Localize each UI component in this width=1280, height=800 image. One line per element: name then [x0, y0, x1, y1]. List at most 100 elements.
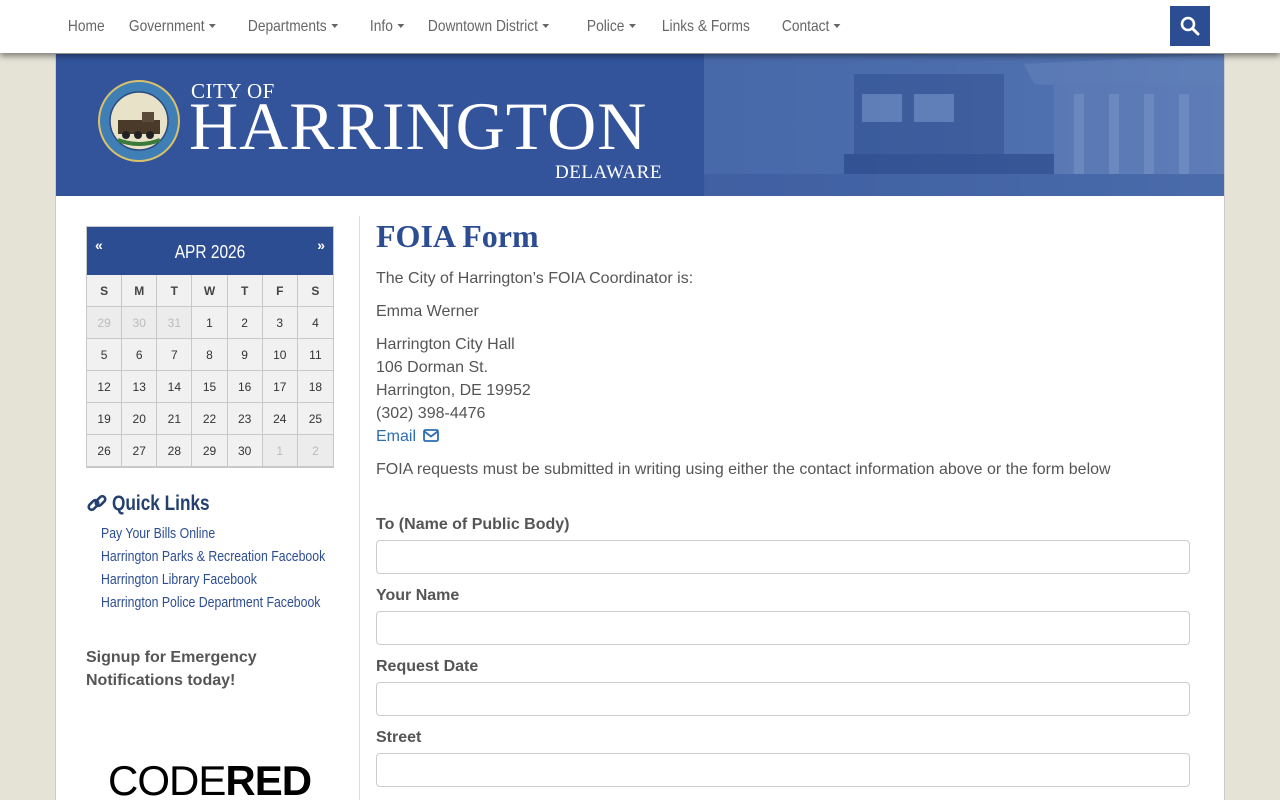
calendar-day[interactable]: 24	[262, 403, 298, 435]
calendar-day[interactable]: 30	[122, 307, 158, 339]
top-navbar: Home Government Departments Info Downtow…	[0, 0, 1280, 53]
calendar-day[interactable]: 5	[87, 339, 123, 371]
nav-item-downtown-district[interactable]: Downtown District	[415, 18, 562, 36]
emergency-signup-text[interactable]: Signup for Emergency Notifications today…	[86, 646, 334, 692]
street-input[interactable]	[376, 753, 1190, 787]
email-link-label: Email	[376, 428, 417, 445]
calendar-dow-header: T	[157, 275, 193, 307]
caret-down-icon	[628, 24, 636, 29]
calendar-day[interactable]: 29	[192, 435, 228, 467]
banner-city-name: HARRINGTON	[189, 88, 648, 164]
calendar-grid: S M T W T F S 29 30 31 1 2 3 4 5 6 7 8 9 10 11 12 13 14 15 16 17 18…	[87, 275, 333, 467]
address-line-3: Harrington, DE 19952	[376, 382, 531, 399]
nav-item-contact[interactable]: Contact	[769, 18, 853, 36]
foia-instructions: FOIA requests must be submitted in writi…	[376, 461, 1111, 478]
address-line-2: 106 Dorman St.	[376, 359, 489, 376]
calendar-day[interactable]: 15	[192, 371, 228, 403]
phone-number: (302) 398-4476	[376, 405, 486, 422]
calendar-dow-header: S	[297, 275, 333, 307]
banner-state: DELAWARE	[555, 162, 662, 183]
caret-down-icon	[208, 24, 216, 29]
codered-logo-part2: RED	[225, 757, 312, 800]
calendar-day[interactable]: 10	[262, 339, 298, 371]
calendar-prev-button[interactable]: «	[95, 237, 103, 253]
quick-link-pay-bills[interactable]: Pay Your Bills Online	[101, 522, 292, 545]
coordinator-name: Emma Werner	[376, 303, 479, 320]
column-divider	[359, 216, 360, 800]
calendar-day[interactable]: 29	[87, 307, 123, 339]
nav-item-government[interactable]: Government	[116, 18, 229, 36]
quick-links-list: Pay Your Bills Online Harrington Parks &…	[101, 522, 334, 614]
street-label: Street	[376, 729, 422, 746]
nav-item-home[interactable]: Home	[55, 18, 118, 36]
calendar-next-button[interactable]: »	[317, 237, 325, 253]
coordinator-intro: The City of Harrington’s FOIA Coordinato…	[376, 270, 694, 287]
train-station-image	[704, 54, 1224, 196]
page-container: CITY OF HARRINGTON DELAWARE « APR 2026 »…	[55, 54, 1225, 800]
calendar-day[interactable]: 17	[262, 371, 298, 403]
calendar-day[interactable]: 14	[157, 371, 193, 403]
calendar-day[interactable]: 6	[122, 339, 158, 371]
envelope-icon	[423, 429, 440, 442]
calendar-day[interactable]: 27	[122, 435, 158, 467]
calendar-day[interactable]: 4	[297, 307, 333, 339]
quick-link-library-facebook[interactable]: Harrington Library Facebook	[101, 568, 292, 591]
nav-item-links-forms[interactable]: Links & Forms	[649, 18, 763, 36]
calendar-day[interactable]: 9	[227, 339, 263, 371]
codered-logo-part1: CODE	[108, 757, 226, 800]
calendar-dow-header: F	[262, 275, 298, 307]
search-icon	[1180, 16, 1200, 36]
calendar-month-title: APR 2026	[174, 242, 246, 262]
calendar-day[interactable]: 26	[87, 435, 123, 467]
caret-down-icon	[542, 24, 550, 29]
calendar-day[interactable]: 2	[297, 435, 333, 467]
calendar-day[interactable]: 30	[227, 435, 263, 467]
to-public-body-input[interactable]	[376, 540, 1190, 574]
calendar-day[interactable]: 23	[227, 403, 263, 435]
quick-links-heading: Quick Links	[86, 492, 334, 516]
calendar-day[interactable]: 8	[192, 339, 228, 371]
request-date-label: Request Date	[376, 658, 479, 675]
calendar-day[interactable]: 1	[262, 435, 298, 467]
calendar-day[interactable]: 22	[192, 403, 228, 435]
nav-menu: Home Government Departments Info Downtow…	[55, 0, 855, 53]
calendar-day[interactable]: 1	[192, 307, 228, 339]
calendar-day[interactable]: 16	[227, 371, 263, 403]
sidebar: « APR 2026 » S M T W T F S 29 30 31 1 2 3 4 5 6 7 8 9 10 11 1…	[86, 226, 334, 800]
calendar-widget: « APR 2026 » S M T W T F S 29 30 31 1 2 3 4 5 6 7 8 9 10 11 1…	[86, 226, 334, 468]
calendar-dow-header: T	[227, 275, 263, 307]
city-seal-logo	[98, 80, 180, 162]
email-link[interactable]: Email	[376, 428, 440, 445]
calendar-day[interactable]: 11	[297, 339, 333, 371]
calendar-day[interactable]: 2	[227, 307, 263, 339]
calendar-day[interactable]: 12	[87, 371, 123, 403]
nav-item-info[interactable]: Info	[357, 18, 417, 36]
quick-link-police-facebook[interactable]: Harrington Police Department Facebook	[101, 591, 320, 614]
codered-logo[interactable]: CODERED	[108, 760, 334, 800]
calendar-day[interactable]: 20	[122, 403, 158, 435]
caret-down-icon	[833, 24, 841, 29]
calendar-day[interactable]: 21	[157, 403, 193, 435]
calendar-dow-header: S	[87, 275, 123, 307]
calendar-header: « APR 2026 »	[87, 227, 333, 275]
calendar-dow-header: M	[122, 275, 158, 307]
calendar-day[interactable]: 31	[157, 307, 193, 339]
calendar-day[interactable]: 18	[297, 371, 333, 403]
request-date-input[interactable]	[376, 682, 1190, 716]
your-name-input[interactable]	[376, 611, 1190, 645]
quick-links-title: Quick Links	[112, 492, 210, 515]
calendar-day[interactable]: 7	[157, 339, 193, 371]
search-button[interactable]	[1170, 6, 1210, 46]
calendar-day[interactable]: 3	[262, 307, 298, 339]
header-banner: CITY OF HARRINGTON DELAWARE	[56, 54, 1224, 196]
nav-item-departments[interactable]: Departments	[235, 18, 351, 36]
calendar-day[interactable]: 28	[157, 435, 193, 467]
your-name-label: Your Name	[376, 587, 460, 604]
nav-item-police[interactable]: Police	[574, 18, 648, 36]
quick-link-parks-facebook[interactable]: Harrington Parks & Recreation Facebook	[101, 545, 325, 568]
calendar-day[interactable]: 19	[87, 403, 123, 435]
calendar-day[interactable]: 13	[122, 371, 158, 403]
page-title: FOIA Form	[376, 218, 539, 254]
calendar-day[interactable]: 25	[297, 403, 333, 435]
foia-form: To (Name of Public Body) Your Name Reque…	[376, 516, 1190, 787]
